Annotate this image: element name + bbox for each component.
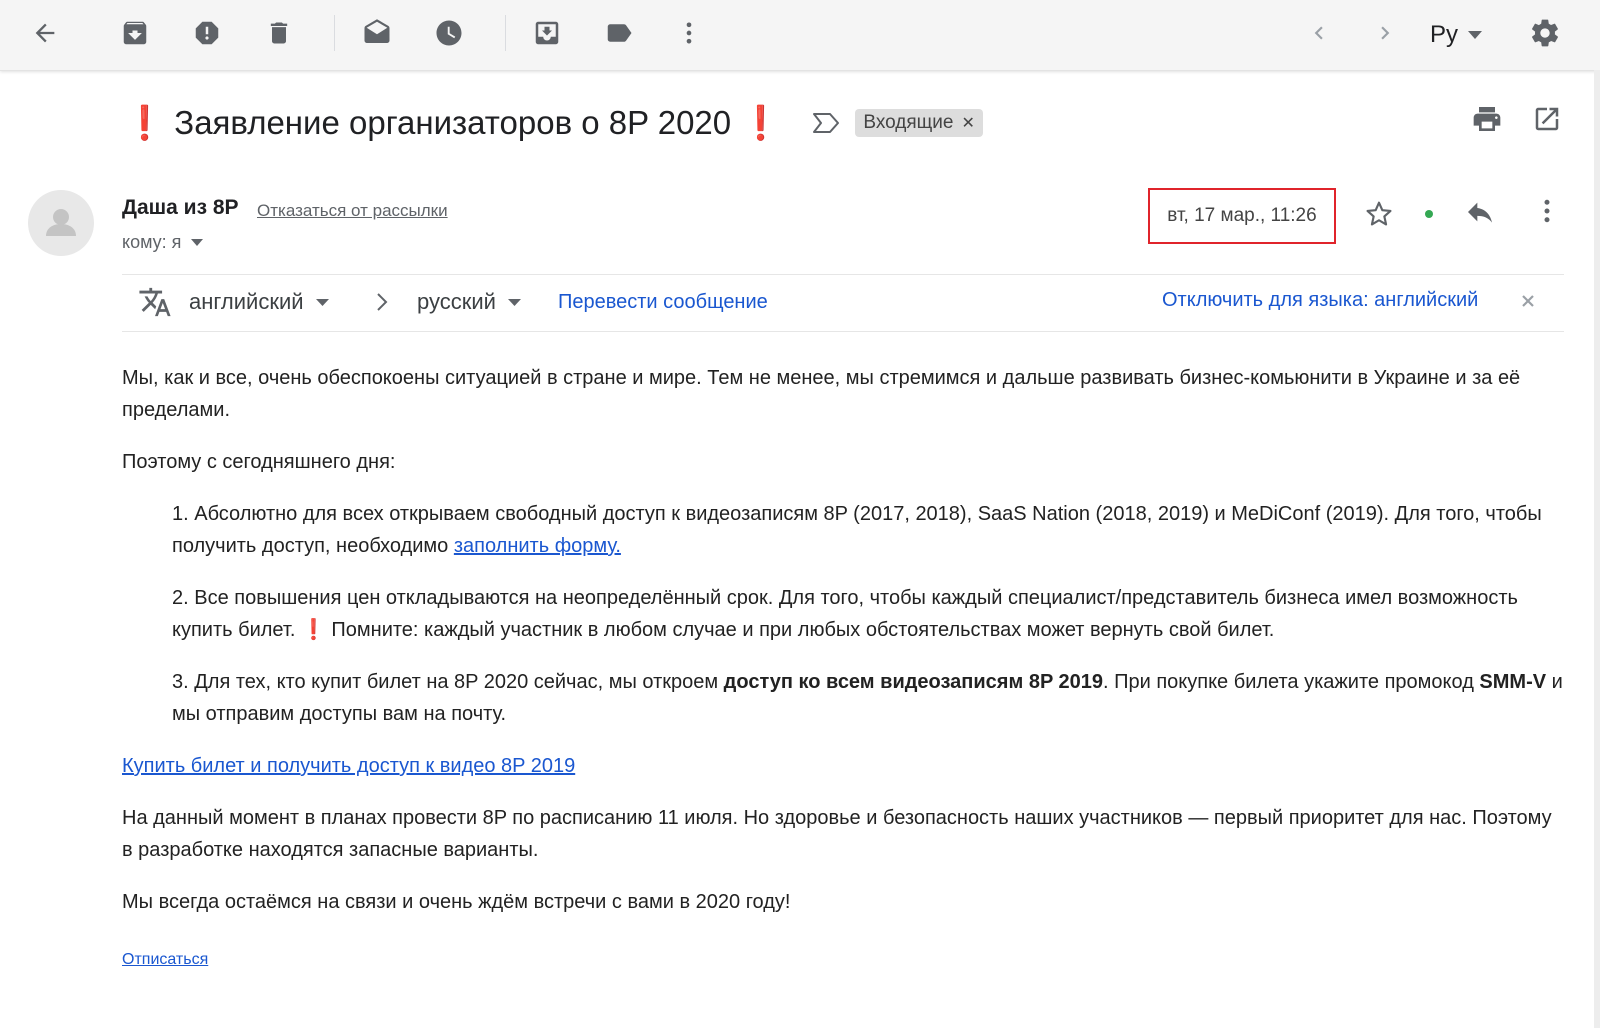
- prev-icon[interactable]: [1301, 15, 1337, 51]
- target-language-label: русский: [417, 289, 496, 314]
- translate-message-link[interactable]: Перевести сообщение: [558, 291, 768, 314]
- next-icon[interactable]: [1367, 15, 1403, 51]
- disable-translation-link[interactable]: Отключить для языка: английский: [1162, 289, 1478, 312]
- scrollbar[interactable]: [1594, 70, 1600, 1028]
- list-item-text: Помните: каждый участник в любом случае …: [325, 619, 1275, 641]
- exclamation-mark: ❗: [124, 103, 166, 141]
- subject-row: ❗ Заявление организаторов о 8P 2020 ❗ Вх…: [124, 98, 983, 148]
- back-arrow-icon[interactable]: [27, 15, 63, 51]
- more-vert-icon[interactable]: [671, 15, 707, 51]
- snooze-icon[interactable]: [431, 15, 467, 51]
- email-date: вт, 17 мар., 11:26: [1148, 188, 1336, 244]
- translate-bar: английский русский Перевести сообщение О…: [122, 274, 1564, 332]
- list-item-text: . При покупке билета укажите промокод: [1102, 671, 1480, 693]
- body-paragraph: На данный момент в планах провести 8P по…: [122, 807, 1552, 861]
- archive-icon[interactable]: [117, 15, 153, 51]
- source-language-select[interactable]: английский: [189, 289, 329, 315]
- chevron-down-icon: [1468, 31, 1483, 39]
- target-language-select[interactable]: русский: [417, 289, 521, 315]
- body-paragraph: Мы всегда остаёмся на связи и очень ждём…: [122, 891, 791, 913]
- toolbar-divider: [334, 15, 335, 51]
- input-tools-button[interactable]: Ру: [1430, 18, 1483, 52]
- remove-label-icon[interactable]: ✕: [962, 113, 975, 133]
- chevron-down-icon: [191, 239, 204, 246]
- body-paragraph: Поэтому с сегодняшнего дня:: [122, 451, 396, 473]
- print-icon[interactable]: [1471, 103, 1503, 135]
- label-chip-text: Входящие: [863, 112, 954, 133]
- move-to-icon[interactable]: [529, 15, 565, 51]
- star-icon[interactable]: [1363, 198, 1395, 230]
- report-spam-icon[interactable]: [189, 15, 225, 51]
- label-chip-inbox[interactable]: Входящие ✕: [855, 109, 983, 137]
- promo-code: SMM-V: [1479, 671, 1547, 693]
- importance-marker-icon[interactable]: [811, 110, 841, 136]
- presence-dot-icon: [1424, 209, 1434, 219]
- avatar[interactable]: [28, 190, 94, 256]
- mark-unread-icon[interactable]: [359, 15, 395, 51]
- unsubscribe-link[interactable]: Отказаться от рассылки: [257, 201, 448, 221]
- delete-icon[interactable]: [261, 15, 297, 51]
- more-vert-icon[interactable]: [1532, 196, 1562, 226]
- date-text: вт, 17 мар., 11:26: [1167, 205, 1317, 226]
- list-item: 2. Все повышения цен откладываются на не…: [172, 582, 1567, 646]
- list-item-bold: доступ ко всем видеозаписям 8P 2019: [723, 671, 1103, 693]
- exclamation-mark: ❗: [740, 103, 782, 141]
- unsubscribe-bottom-link[interactable]: Отписаться: [122, 951, 208, 968]
- buy-ticket-link[interactable]: Купить билет и получить доступ к видео 8…: [122, 755, 575, 777]
- translate-icon: [138, 285, 172, 319]
- list-item: 3. Для тех, кто купит билет на 8P 2020 с…: [172, 666, 1567, 730]
- email-subject: ❗ Заявление организаторов о 8P 2020 ❗: [124, 104, 781, 143]
- label-icon[interactable]: [601, 15, 637, 51]
- exclamation-mark: ❗: [300, 619, 326, 641]
- list-item: 1. Абсолютно для всех открываем свободны…: [172, 498, 1567, 562]
- list-item-text: 1. Абсолютно для всех открываем свободны…: [172, 503, 1542, 557]
- recipient-text: кому: я: [122, 232, 182, 252]
- source-language-label: английский: [189, 289, 304, 314]
- close-icon[interactable]: [1520, 293, 1536, 309]
- subject-text: Заявление организаторов о 8P 2020: [174, 103, 732, 141]
- sender-name[interactable]: Даша из 8P: [122, 196, 239, 220]
- chevron-down-icon: [507, 298, 521, 306]
- reply-icon[interactable]: [1464, 196, 1496, 228]
- input-tools-label: Ру: [1430, 21, 1459, 48]
- chevron-right-icon: [372, 291, 392, 313]
- settings-icon[interactable]: [1527, 15, 1563, 51]
- numbered-list: 1. Абсолютно для всех открываем свободны…: [172, 498, 1567, 730]
- fill-form-link[interactable]: заполнить форму.: [454, 535, 621, 557]
- body-paragraph: Мы, как и все, очень обеспокоены ситуаци…: [122, 367, 1521, 421]
- chevron-down-icon: [315, 298, 329, 306]
- open-in-new-window-icon[interactable]: [1532, 104, 1562, 134]
- list-item-text: 3. Для тех, кто купит билет на 8P 2020 с…: [172, 671, 724, 693]
- recipient-details[interactable]: кому: я: [122, 232, 204, 253]
- toolbar-divider: [505, 15, 506, 51]
- email-body: Мы, как и все, очень обеспокоены ситуаци…: [122, 362, 1567, 976]
- toolbar: Ру: [0, 0, 1600, 71]
